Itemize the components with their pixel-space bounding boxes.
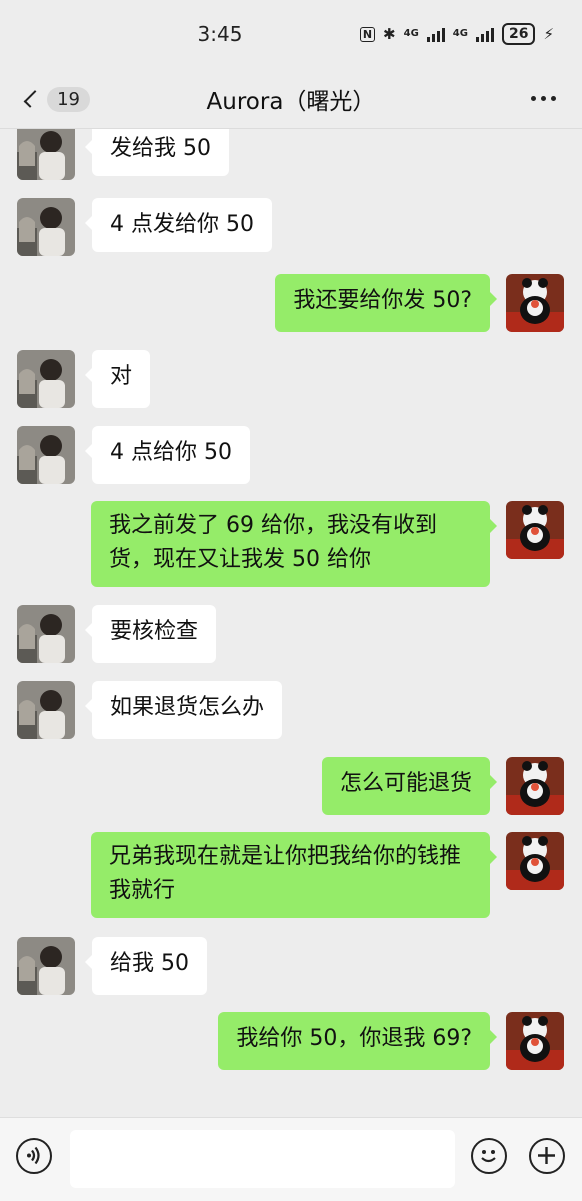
message-bubble-received[interactable]: 发给我 50 (85, 129, 229, 176)
emoji-button[interactable] (471, 1138, 507, 1174)
message-bubble-received[interactable]: 给我 50 (85, 937, 207, 995)
chat-title: Aurora（曙光） (206, 89, 376, 115)
message-bubble-received[interactable]: 要核检查 (84, 605, 217, 663)
back-button[interactable]: 19 (20, 82, 90, 116)
message-text-input[interactable] (70, 1130, 455, 1188)
message-bubble-received[interactable]: 4 点给你 50 (85, 426, 250, 484)
signal-icon-2 (475, 26, 494, 42)
contact-avatar[interactable] (17, 350, 75, 408)
user-avatar[interactable] (506, 501, 564, 559)
contact-avatar[interactable] (17, 129, 75, 180)
message-bubble-sent[interactable]: 我给你 50，你退我 69? (218, 1012, 497, 1070)
more-dot-icon (541, 96, 546, 101)
message-bubble-sent[interactable]: 兄弟我现在就是让你把我给你的钱推我就行 (91, 832, 497, 918)
more-dot-icon (551, 96, 556, 101)
signal-icon (426, 26, 445, 42)
user-avatar[interactable] (506, 274, 564, 332)
contact-avatar[interactable] (17, 681, 75, 739)
user-avatar[interactable] (506, 757, 564, 815)
message-bubble-sent[interactable]: 我之前发了 69 给你，我没有收到货，现在又让我发 50 给你 (91, 501, 497, 587)
user-avatar[interactable] (506, 832, 564, 890)
user-avatar[interactable] (506, 1012, 564, 1070)
contact-avatar[interactable] (17, 426, 75, 484)
battery-icon: 26 (501, 23, 536, 45)
voice-icon (27, 1146, 40, 1165)
message-input-bar (0, 1117, 582, 1201)
chevron-left-icon (23, 90, 42, 108)
voice-input-button[interactable] (16, 1138, 52, 1174)
status-bar: 3:45 N ✱ 4G 4G 26 ⚡ (0, 0, 582, 70)
nfc-icon: N (359, 26, 376, 42)
message-bubble-received[interactable]: 如果退货怎么办 (84, 681, 283, 739)
chat-header: 19 Aurora（曙光） (0, 70, 582, 129)
more-options-button[interactable] (531, 96, 556, 101)
message-bubble-sent[interactable]: 怎么可能退货 (321, 757, 498, 815)
message-bubble-received[interactable]: 对 (84, 350, 151, 408)
smiley-icon (481, 1150, 496, 1163)
contact-avatar[interactable] (17, 937, 75, 995)
status-icons: N ✱ 4G 4G 26 ⚡ (359, 22, 554, 46)
charging-icon: ⚡ (543, 25, 554, 43)
plus-icon (538, 1147, 555, 1164)
network-type-2: 4G (452, 28, 468, 39)
network-type-1: 4G (403, 28, 419, 39)
contact-avatar[interactable] (17, 605, 75, 663)
more-functions-button[interactable] (529, 1138, 565, 1174)
bluetooth-icon: ✱ (383, 25, 396, 43)
unread-count-badge: 19 (47, 86, 90, 112)
message-list[interactable]: 发给我 50 4 点发给你 50 我还要给你发 50? 对 4 点给你 50 我… (0, 129, 582, 1117)
more-dot-icon (531, 96, 536, 101)
message-bubble-sent[interactable]: 我还要给你发 50? (275, 274, 497, 332)
message-bubble-received[interactable]: 4 点发给你 50 (85, 198, 272, 252)
contact-avatar[interactable] (17, 198, 75, 256)
